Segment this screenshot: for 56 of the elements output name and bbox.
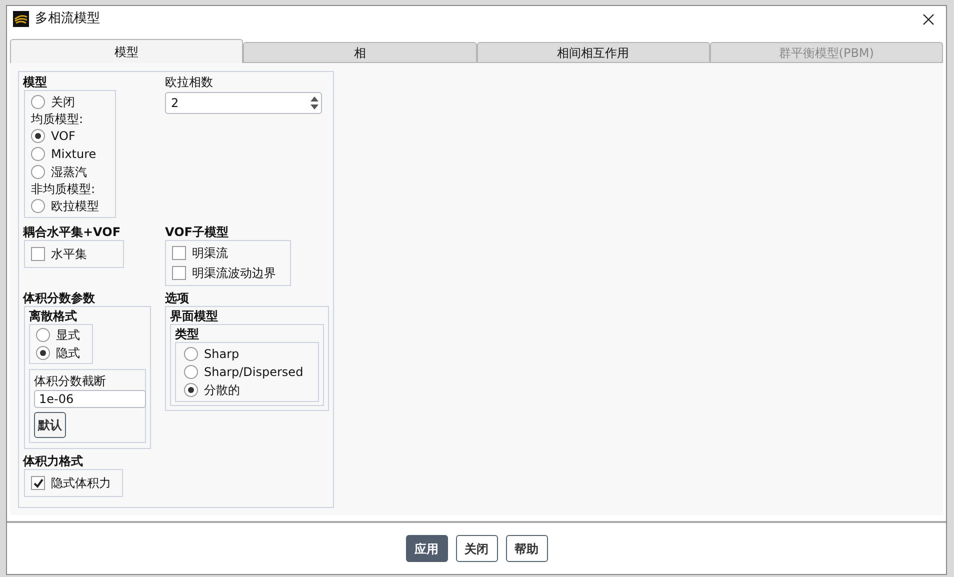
field-label: 体积分数截断	[34, 373, 107, 390]
group-title: 耦合水平集+VOF	[23, 224, 122, 240]
tab[interactable]: 相	[243, 42, 476, 63]
dialog-button[interactable]: 关闭	[456, 535, 498, 562]
checkbox[interactable]	[172, 246, 186, 260]
radio-button[interactable]	[184, 383, 198, 397]
cutoff-input[interactable]: 1e-06	[34, 390, 146, 408]
radio-label: Mixture	[51, 146, 96, 163]
radio-button[interactable]	[184, 365, 198, 379]
radio-button[interactable]	[31, 95, 45, 109]
field-label: 欧拉相数	[165, 74, 214, 90]
group-title: 模型	[23, 74, 48, 90]
dialog-button[interactable]: 帮助	[506, 535, 548, 562]
radio-label: VOF	[51, 128, 76, 145]
dialog-button[interactable]: 应用	[406, 535, 448, 562]
checkbox[interactable]	[31, 476, 45, 490]
radio-button[interactable]	[36, 346, 50, 360]
radio-button[interactable]	[31, 199, 45, 213]
radio-label: 显式	[56, 327, 80, 344]
radio-label: 湿蒸汽	[51, 164, 87, 181]
group-title: 选项	[165, 290, 190, 306]
spinner-arrows-icon[interactable]	[310, 95, 319, 111]
radio-button[interactable]	[36, 328, 50, 342]
group-title: 类型	[175, 326, 200, 342]
group-title: 离散格式	[29, 308, 78, 324]
tab[interactable]: 模型	[10, 39, 244, 63]
close-icon	[922, 14, 934, 24]
group-title: 体积力格式	[23, 453, 84, 469]
section-label: 非均质模型:	[31, 181, 96, 197]
checkbox-label: 明渠流	[192, 245, 228, 262]
tab: 群平衡模型(PBM)	[710, 42, 943, 63]
checkbox[interactable]	[31, 247, 45, 261]
radio-button[interactable]	[31, 165, 45, 179]
checkbox-label: 水平集	[51, 246, 87, 263]
checkbox-label: 明渠流波动边界	[192, 265, 276, 282]
tab[interactable]: 相间相互作用	[476, 42, 710, 63]
group-title: 体积分数参数	[23, 290, 96, 306]
radio-label: Sharp	[204, 346, 240, 363]
number-spinner[interactable]: 2	[165, 92, 322, 114]
radio-label: 分散的	[204, 382, 240, 399]
radio-button[interactable]	[31, 129, 45, 143]
section-label: 均质模型:	[31, 111, 84, 127]
checkbox[interactable]	[172, 266, 186, 280]
radio-button[interactable]	[31, 147, 45, 161]
spinner-value: 2	[171, 95, 180, 112]
radio-label: 欧拉模型	[51, 198, 99, 215]
group-title: VOF子模型	[165, 224, 230, 240]
app-logo-icon	[13, 11, 29, 27]
radio-label: Sharp/Dispersed	[204, 364, 304, 381]
radio-label: 关闭	[51, 94, 75, 111]
group-title: 界面模型	[170, 308, 219, 324]
default-button[interactable]: 默认	[34, 412, 66, 438]
radio-button[interactable]	[184, 347, 198, 361]
window-title: 多相流模型	[35, 10, 100, 28]
radio-label: 隐式	[56, 345, 80, 362]
checkbox-label: 隐式体积力	[51, 475, 111, 492]
